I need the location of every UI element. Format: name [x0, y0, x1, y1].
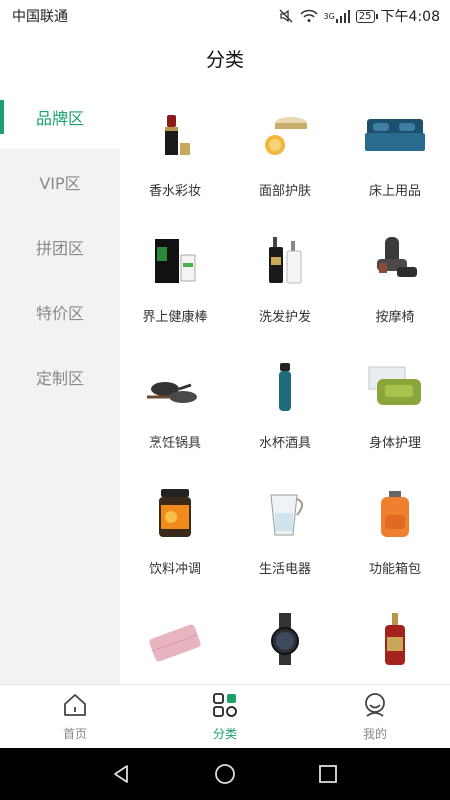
- category-label: 水杯酒具: [258, 436, 311, 451]
- category-label: 床上用品: [368, 184, 421, 199]
- soap-bar-icon: [362, 354, 428, 420]
- category-item-wallet[interactable]: [120, 606, 230, 684]
- back-button[interactable]: [102, 754, 142, 794]
- category-item-watch[interactable]: [230, 606, 340, 684]
- shampoo-bottles-icon: [252, 228, 318, 294]
- sidebar-item-label: VIP区: [39, 173, 81, 193]
- bedding-icon: [362, 102, 428, 168]
- bottom-tab-bar: 首页 分类 我的: [0, 684, 450, 748]
- sidebar-item-label: 拼团区: [35, 238, 84, 258]
- category-label: 身体护理: [368, 436, 421, 451]
- category-label: 烹饪锅具: [148, 436, 201, 451]
- category-item-perfume-makeup[interactable]: 香水彩妆: [120, 102, 230, 228]
- tab-label: 首页: [62, 726, 87, 741]
- grid-category-icon: [212, 692, 238, 722]
- category-item-beverages[interactable]: 饮料冲调: [120, 480, 230, 606]
- recents-button[interactable]: [308, 754, 348, 794]
- category-item-serum[interactable]: [340, 606, 450, 684]
- category-label: 香水彩妆: [148, 184, 201, 199]
- sidebar-item-brand[interactable]: 品牌区: [0, 84, 120, 149]
- home-circle-icon: [215, 764, 235, 784]
- category-item-bags[interactable]: 功能箱包: [340, 480, 450, 606]
- battery-icon: 25: [355, 9, 378, 23]
- wallet-icon: [142, 606, 208, 672]
- tab-label: 分类: [212, 726, 237, 741]
- status-indicators: 3G 25 下午4:08: [278, 6, 440, 26]
- category-item-hair-care[interactable]: 洗发护发: [230, 228, 340, 354]
- backpack-icon: [362, 480, 428, 546]
- carrier-label: 中国联通: [12, 9, 68, 25]
- category-grid: 香水彩妆 面部护肤 床上用品 界上健康棒 洗发护发 按摩椅 烹饪锅具 水杯酒具 …: [120, 84, 450, 684]
- sidebar-item-vip[interactable]: VIP区: [0, 149, 120, 214]
- category-label: 界上健康棒: [142, 310, 208, 325]
- water-filter-pitcher-icon: [252, 480, 318, 546]
- water-bottle-icon: [252, 354, 318, 420]
- mute-icon: [278, 8, 294, 24]
- tab-mine[interactable]: 我的: [300, 685, 450, 748]
- honey-jar-icon: [142, 480, 208, 546]
- sidebar-item-label: 品牌区: [35, 108, 84, 128]
- category-label: 生活电器: [258, 562, 311, 577]
- home-button[interactable]: [205, 754, 245, 794]
- category-item-bedding[interactable]: 床上用品: [340, 102, 450, 228]
- network-type: 3G: [323, 11, 335, 21]
- status-bar: 中国联通 3G 25 下午4:08: [0, 0, 450, 32]
- massage-chair-icon: [362, 228, 428, 294]
- back-triangle-icon: [113, 765, 128, 783]
- sidebar-item-group-buy[interactable]: 拼团区: [0, 214, 120, 279]
- sidebar-item-custom[interactable]: 定制区: [0, 344, 120, 409]
- tab-category[interactable]: 分类: [150, 685, 300, 748]
- category-label: 按摩椅: [375, 310, 415, 325]
- recents-square-icon: [319, 765, 338, 783]
- category-item-home-appliances[interactable]: 生活电器: [230, 480, 340, 606]
- face-cream-icon: [252, 102, 318, 168]
- category-item-drinkware[interactable]: 水杯酒具: [230, 354, 340, 480]
- category-grid-area: 香水彩妆 面部护肤 床上用品 界上健康棒 洗发护发 按摩椅 烹饪锅具 水杯酒具 …: [120, 84, 450, 684]
- category-label: 功能箱包: [368, 562, 421, 577]
- tab-label: 我的: [362, 726, 387, 741]
- page-title: 分类: [205, 48, 244, 71]
- sidebar-item-special-offer[interactable]: 特价区: [0, 279, 120, 344]
- cookware-pans-icon: [142, 354, 208, 420]
- category-sidebar: 品牌区 VIP区 拼团区 特价区 定制区: [0, 84, 120, 684]
- category-item-facial-care[interactable]: 面部护肤: [230, 102, 340, 228]
- wristwatch-icon: [252, 606, 318, 672]
- health-stick-box-icon: [142, 228, 208, 294]
- category-item-cookware[interactable]: 烹饪锅具: [120, 354, 230, 480]
- system-nav-bar: [0, 748, 450, 800]
- category-item-body-care[interactable]: 身体护理: [340, 354, 450, 480]
- category-label: 洗发护发: [258, 310, 311, 325]
- profile-icon: [362, 692, 388, 722]
- page-header: 分类: [0, 32, 450, 84]
- lipstick-icon: [142, 102, 208, 168]
- category-label: 面部护肤: [258, 184, 311, 199]
- sidebar-item-label: 特价区: [35, 303, 84, 323]
- home-icon: [62, 692, 88, 722]
- category-item-massage-chair[interactable]: 按摩椅: [340, 228, 450, 354]
- category-item-health-stick[interactable]: 界上健康棒: [120, 228, 230, 354]
- wifi-icon: [299, 9, 318, 23]
- sidebar-item-label: 定制区: [35, 368, 84, 388]
- serum-bottle-icon: [362, 606, 428, 672]
- tab-home[interactable]: 首页: [0, 685, 150, 748]
- signal-icon: 3G: [323, 9, 350, 23]
- category-label: 饮料冲调: [148, 562, 201, 577]
- clock-time: 下午4:08: [380, 9, 440, 25]
